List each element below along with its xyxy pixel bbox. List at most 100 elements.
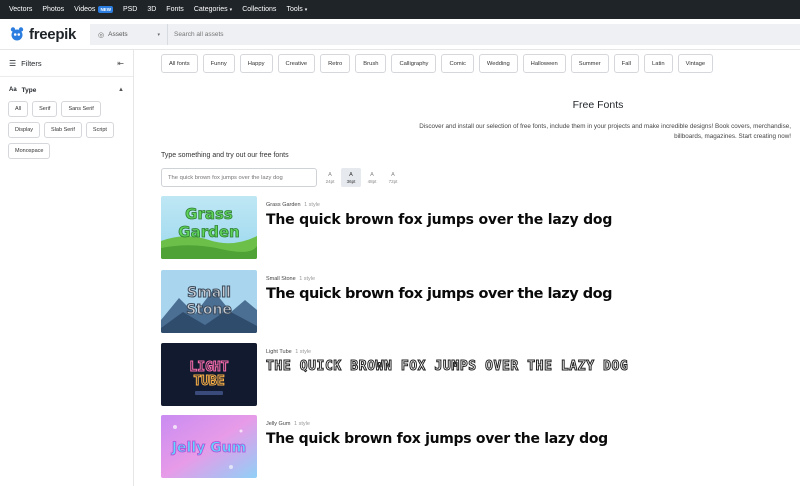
size-24pt-button[interactable]: A 24pt xyxy=(320,168,340,187)
font-name-label: Jelly Gum xyxy=(266,421,291,427)
filters-sidebar: ☰ Filters ⇤ Aa Type ▲ All Serif Sans Ser… xyxy=(0,50,134,486)
category-retro[interactable]: Retro xyxy=(320,54,351,73)
type-section-header[interactable]: Aa Type ▲ xyxy=(0,79,133,101)
assets-label: Assets xyxy=(108,31,128,38)
top-nav: Vectors Photos Videos NEW PSD 3D Fonts Ca… xyxy=(0,0,800,19)
chevron-down-icon: ▾ xyxy=(304,6,308,13)
thumb-text-line2: Stone xyxy=(186,302,232,318)
logo[interactable]: freepik xyxy=(0,26,90,43)
size-36pt-button[interactable]: A 36pt xyxy=(341,168,361,187)
font-sample: The quick brown fox jumps over the lazy … xyxy=(266,212,613,228)
nav-label: Photos xyxy=(42,6,65,13)
font-name[interactable]: Jelly Gum 1 style xyxy=(266,421,310,427)
category-pills: All fonts Funny Happy Creative Retro Bru… xyxy=(161,54,714,73)
nav-psd[interactable]: PSD xyxy=(123,6,137,13)
thumb-text-line1: Small xyxy=(187,285,231,301)
search-bar: ◎ Assets ▾ xyxy=(90,24,800,45)
category-calligraphy[interactable]: Calligraphy xyxy=(391,54,437,73)
type-chip-sans-serif[interactable]: Sans Serif xyxy=(61,101,101,117)
category-latin[interactable]: Latin xyxy=(644,54,673,73)
category-funny[interactable]: Funny xyxy=(202,54,235,73)
type-chip-script[interactable]: Script xyxy=(85,122,114,138)
nav-categories[interactable]: Categories ▾ xyxy=(194,6,232,13)
nav-fonts[interactable]: Fonts xyxy=(166,6,184,13)
category-happy[interactable]: Happy xyxy=(239,54,273,73)
font-thumbnail[interactable]: Jelly Gum xyxy=(161,415,257,478)
logo-text: freepik xyxy=(29,25,77,43)
header: freepik ◎ Assets ▾ xyxy=(0,19,800,50)
size-72pt-button[interactable]: A 72pt xyxy=(383,168,403,187)
nav-label: Categories xyxy=(193,6,228,13)
category-halloween[interactable]: Halloween xyxy=(522,54,566,73)
category-vintage[interactable]: Vintage xyxy=(677,54,714,73)
category-fall[interactable]: Fall xyxy=(613,54,639,73)
nav-photos[interactable]: Photos xyxy=(42,6,64,13)
assets-dropdown[interactable]: ◎ Assets ▾ xyxy=(90,24,168,45)
category-summer[interactable]: Summer xyxy=(570,54,609,73)
size-label: 36pt xyxy=(346,178,356,184)
type-title: Aa Type xyxy=(9,87,36,94)
category-brush[interactable]: Brush xyxy=(355,54,387,73)
type-chip-serif[interactable]: Serif xyxy=(32,101,58,117)
font-sample: The quick brown fox jumps over the lazy … xyxy=(266,286,612,302)
page-description: Discover and install our selection of fr… xyxy=(419,123,791,140)
collapse-sidebar-icon[interactable]: ⇤ xyxy=(117,59,124,68)
nav-videos[interactable]: Videos NEW xyxy=(74,6,113,13)
type-aa-icon: Aa xyxy=(9,87,17,93)
nav-tools[interactable]: Tools ▾ xyxy=(286,6,307,13)
nav-label: Vectors xyxy=(9,6,33,13)
font-name[interactable]: Light Tube 1 style xyxy=(266,349,311,355)
font-name[interactable]: Grass Garden 1 style xyxy=(266,202,320,208)
try-label: Type something and try out our free font… xyxy=(161,152,289,159)
font-row-small-stone[interactable]: Small Stone Small Stone 1 style The quic… xyxy=(161,270,791,333)
size-48pt-button[interactable]: A 48pt xyxy=(362,168,382,187)
font-style-count: 1 style xyxy=(304,202,320,208)
font-name-label: Light Tube xyxy=(266,349,292,355)
font-style-count: 1 style xyxy=(295,349,312,355)
category-comic[interactable]: Comic xyxy=(441,54,474,73)
size-label: 48pt xyxy=(367,178,377,184)
filters-header: ☰ Filters ⇤ xyxy=(0,50,133,77)
thumb-text-line1: LIGHT xyxy=(189,360,228,375)
search-input[interactable] xyxy=(168,24,800,45)
font-thumbnail[interactable]: Small Stone xyxy=(161,270,257,333)
type-label: Type xyxy=(21,86,37,94)
category-creative[interactable]: Creative xyxy=(277,54,316,73)
font-style-count: 1 style xyxy=(293,421,310,427)
thumb-text: Jelly Gum xyxy=(171,440,246,456)
category-all-fonts[interactable]: All fonts xyxy=(161,54,198,73)
font-name[interactable]: Small Stone 1 style xyxy=(266,276,315,282)
size-label: 24pt xyxy=(325,178,335,184)
nav-label: Fonts xyxy=(166,6,184,13)
font-sample: The quick brown fox jumps over the lazy … xyxy=(266,431,608,447)
type-chip-display[interactable]: Display xyxy=(8,122,41,138)
thumb-text-line2: Garden xyxy=(178,223,239,241)
page-title: Free Fonts xyxy=(572,99,624,111)
nav-vectors[interactable]: Vectors xyxy=(9,6,32,13)
preview-text-input[interactable] xyxy=(161,168,317,187)
type-chip-monospace[interactable]: Monospace xyxy=(8,143,51,159)
size-glyph: A xyxy=(349,171,353,178)
font-row-light-tube[interactable]: LIGHT TUBE Light Tube 1 style THE QUICK … xyxy=(161,343,791,406)
type-chip-slab-serif[interactable]: Slab Serif xyxy=(44,122,82,138)
nav-label: PSD xyxy=(122,6,138,13)
font-row-jelly-gum[interactable]: Jelly Gum Jelly Gum 1 style The quick br… xyxy=(161,415,791,478)
type-chip-all[interactable]: All xyxy=(8,101,29,117)
type-chips: All Serif Sans Serif Display Slab Serif … xyxy=(0,101,133,159)
nav-label: Videos xyxy=(74,6,96,13)
nav-label: Tools xyxy=(286,6,303,13)
font-thumbnail[interactable]: LIGHT TUBE xyxy=(161,343,257,406)
nav-3d[interactable]: 3D xyxy=(147,6,156,13)
size-selector: A 24pt A 36pt A 48pt A 72pt xyxy=(320,168,403,187)
chevron-up-icon: ▲ xyxy=(118,87,124,93)
sliders-icon: ☰ xyxy=(9,58,17,68)
size-glyph: A xyxy=(370,171,374,178)
font-sample: THE QUICK BROWN FOX JUMPS OVER THE LAZY … xyxy=(265,359,629,375)
font-style-count: 1 style xyxy=(299,276,316,282)
font-thumbnail[interactable]: Grass Garden xyxy=(161,196,257,259)
nav-collections[interactable]: Collections xyxy=(242,6,276,13)
category-wedding[interactable]: Wedding xyxy=(478,54,518,73)
font-row-grass-garden[interactable]: Grass Garden Grass Garden 1 style The qu… xyxy=(161,196,791,259)
filters-title: ☰ Filters xyxy=(9,59,42,68)
chevron-down-icon: ▾ xyxy=(229,6,233,13)
